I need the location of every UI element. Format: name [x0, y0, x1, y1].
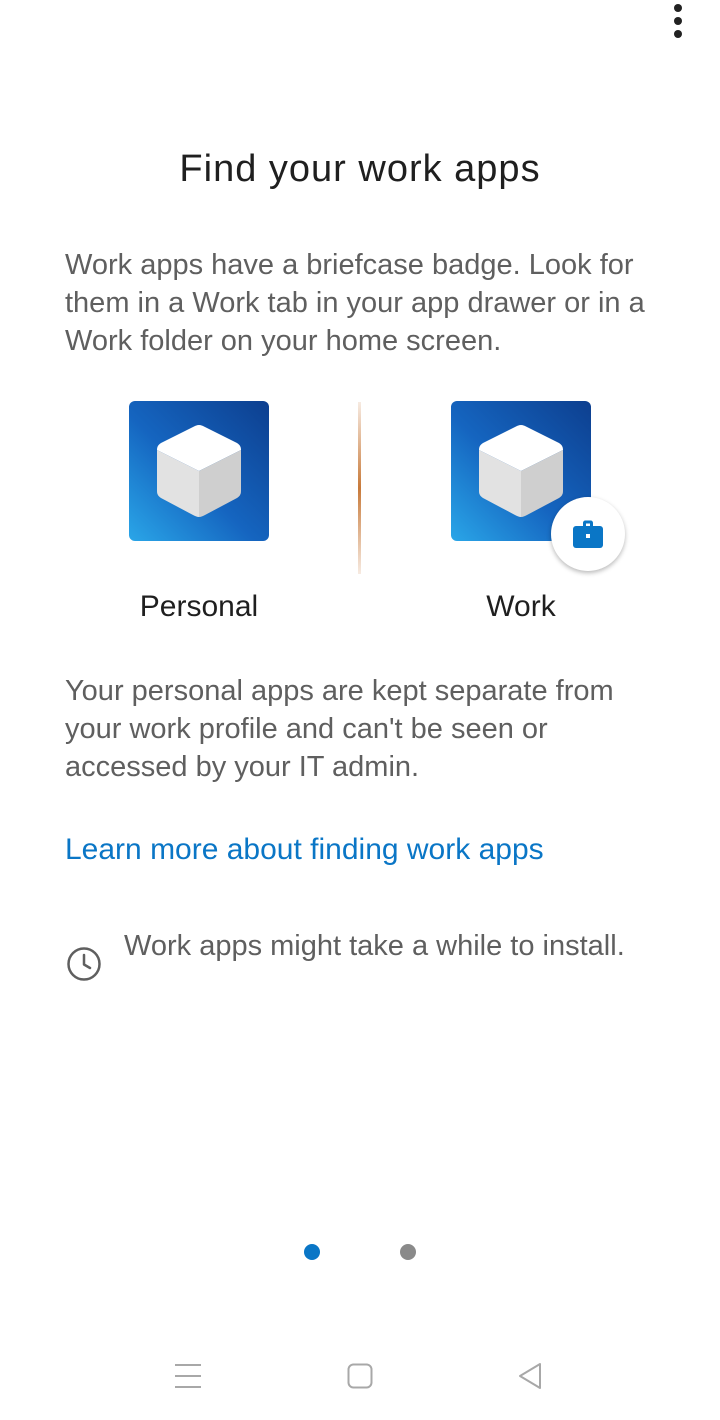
- work-label: Work: [486, 590, 556, 623]
- back-button[interactable]: [504, 1350, 556, 1402]
- page-dot-2[interactable]: [400, 1244, 416, 1260]
- page-title: Find your work apps: [179, 148, 541, 190]
- home-button[interactable]: [334, 1350, 386, 1402]
- back-triangle-icon: [519, 1363, 541, 1389]
- work-apps-onboarding-screen: Find your work apps Work apps have a bri…: [0, 0, 720, 1420]
- personal-app-icon: [129, 401, 269, 541]
- intro-text: Work apps have a briefcase badge. Look f…: [65, 249, 645, 357]
- cube-app-icon: [157, 425, 241, 517]
- clock-icon: [67, 947, 101, 981]
- overflow-dot: [674, 17, 682, 25]
- briefcase-icon: [573, 520, 603, 548]
- home-square-icon: [347, 1363, 373, 1389]
- overflow-dot: [674, 4, 682, 12]
- system-navigation-bar: [0, 1350, 720, 1402]
- page-indicator: [0, 1244, 720, 1260]
- personal-label: Personal: [139, 590, 259, 623]
- recents-button[interactable]: [162, 1350, 214, 1402]
- learn-more-link[interactable]: Learn more about finding work apps: [65, 833, 544, 867]
- menu-icon: [175, 1364, 201, 1388]
- more-vert-icon[interactable]: [658, 0, 698, 40]
- page-dot-1[interactable]: [304, 1244, 320, 1260]
- overflow-dot: [674, 30, 682, 38]
- work-badge: [551, 497, 625, 571]
- privacy-text: Your personal apps are kept separate fro…: [65, 675, 614, 783]
- install-note-text: Work apps might take a while to install.: [124, 930, 625, 962]
- personal-work-divider: [358, 402, 361, 574]
- cube-app-icon: [479, 425, 563, 517]
